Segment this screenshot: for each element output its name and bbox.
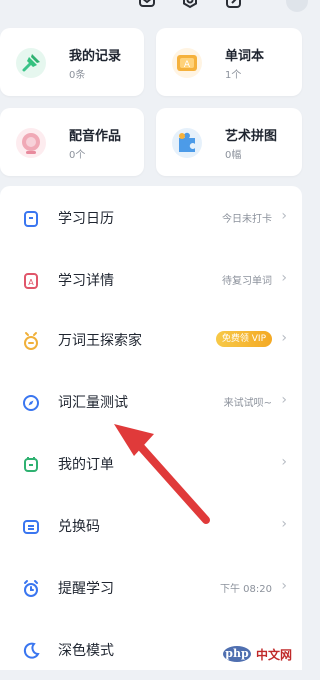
watermark: php 中文网 — [216, 642, 298, 666]
free-vip-badge[interactable]: 免费领 VIP — [215, 331, 272, 347]
svg-text:A: A — [28, 278, 34, 287]
list-item-label: 深色模式 — [58, 643, 114, 659]
chevron-right-icon: › — [281, 270, 287, 286]
list-item-value: 今日未打卡 — [222, 214, 272, 225]
card-art-puzzle[interactable]: 艺术拼图 0幅 — [156, 108, 302, 176]
watermark-text: 中文网 — [255, 647, 292, 662]
edit-icon[interactable] — [225, 0, 243, 10]
chevron-right-icon: › — [281, 516, 287, 532]
compass-icon — [21, 393, 41, 413]
list-item-redeem-code[interactable]: 兑换码 › — [0, 504, 302, 556]
card-title: 艺术拼图 — [225, 129, 278, 144]
puzzle-icon — [170, 126, 204, 160]
card-count: 1个 — [225, 70, 242, 81]
chevron-right-icon: › — [281, 392, 287, 408]
card-count: 0条 — [69, 70, 86, 81]
chevron-right-icon: › — [281, 330, 287, 346]
microphone-icon — [14, 126, 48, 160]
pushpin-icon — [14, 46, 48, 80]
card-title: 配音作品 — [69, 129, 122, 144]
watermark-logo: php — [222, 646, 251, 662]
list-item-label: 词汇量测试 — [58, 395, 128, 411]
card-count: 0个 — [69, 150, 86, 161]
order-icon — [21, 455, 41, 475]
card-word-book[interactable]: A 单词本 1个 — [156, 28, 302, 96]
list-item-label: 万词王探索家 — [58, 333, 142, 349]
alarm-icon — [21, 579, 41, 599]
card-dubbing-works[interactable]: 配音作品 0个 — [0, 108, 144, 176]
list-item-label: 我的订单 — [58, 457, 114, 473]
list-item-label: 学习详情 — [58, 273, 114, 289]
list-item-value: 下午 08:20 — [220, 584, 272, 595]
settings-list: 学习日历 今日未打卡 › A 学习详情 待复习单词 › 万词王探索家 免费领 V… — [0, 186, 302, 670]
settings-icon[interactable] — [181, 0, 199, 10]
list-item-label: 提醒学习 — [58, 581, 114, 597]
explorer-icon — [21, 331, 41, 351]
avatar[interactable] — [286, 0, 308, 12]
calendar-icon — [21, 209, 41, 229]
list-item-label: 兑换码 — [58, 519, 100, 535]
card-my-records[interactable]: 我的记录 0条 — [0, 28, 144, 96]
list-item-value: 待复习单词 — [222, 276, 272, 287]
list-item-study-calendar[interactable]: 学习日历 今日未打卡 › — [0, 196, 302, 248]
chevron-right-icon: › — [281, 208, 287, 224]
wordbook-icon: A — [170, 46, 204, 80]
svg-text:A: A — [184, 60, 191, 70]
list-item-vocabulary-test[interactable]: 词汇量测试 来试试呗~ › — [0, 380, 302, 432]
list-item-study-details[interactable]: A 学习详情 待复习单词 › — [0, 258, 302, 310]
card-title: 我的记录 — [69, 49, 122, 64]
list-item-my-orders[interactable]: 我的订单 › — [0, 442, 302, 494]
detail-icon: A — [21, 271, 41, 291]
list-item-value: 来试试呗~ — [223, 398, 272, 409]
list-item-label: 学习日历 — [58, 211, 114, 227]
list-item-study-reminder[interactable]: 提醒学习 下午 08:20 › — [0, 566, 302, 618]
card-title: 单词本 — [225, 49, 265, 64]
chevron-right-icon: › — [281, 578, 287, 594]
moon-icon — [21, 641, 41, 661]
chevron-right-icon: › — [281, 454, 287, 470]
mail-icon[interactable] — [138, 0, 156, 10]
list-item-word-explorer[interactable]: 万词王探索家 免费领 VIP › — [0, 318, 302, 370]
card-count: 0幅 — [225, 150, 242, 161]
redeem-icon — [21, 517, 41, 537]
top-toolbar — [0, 0, 308, 22]
